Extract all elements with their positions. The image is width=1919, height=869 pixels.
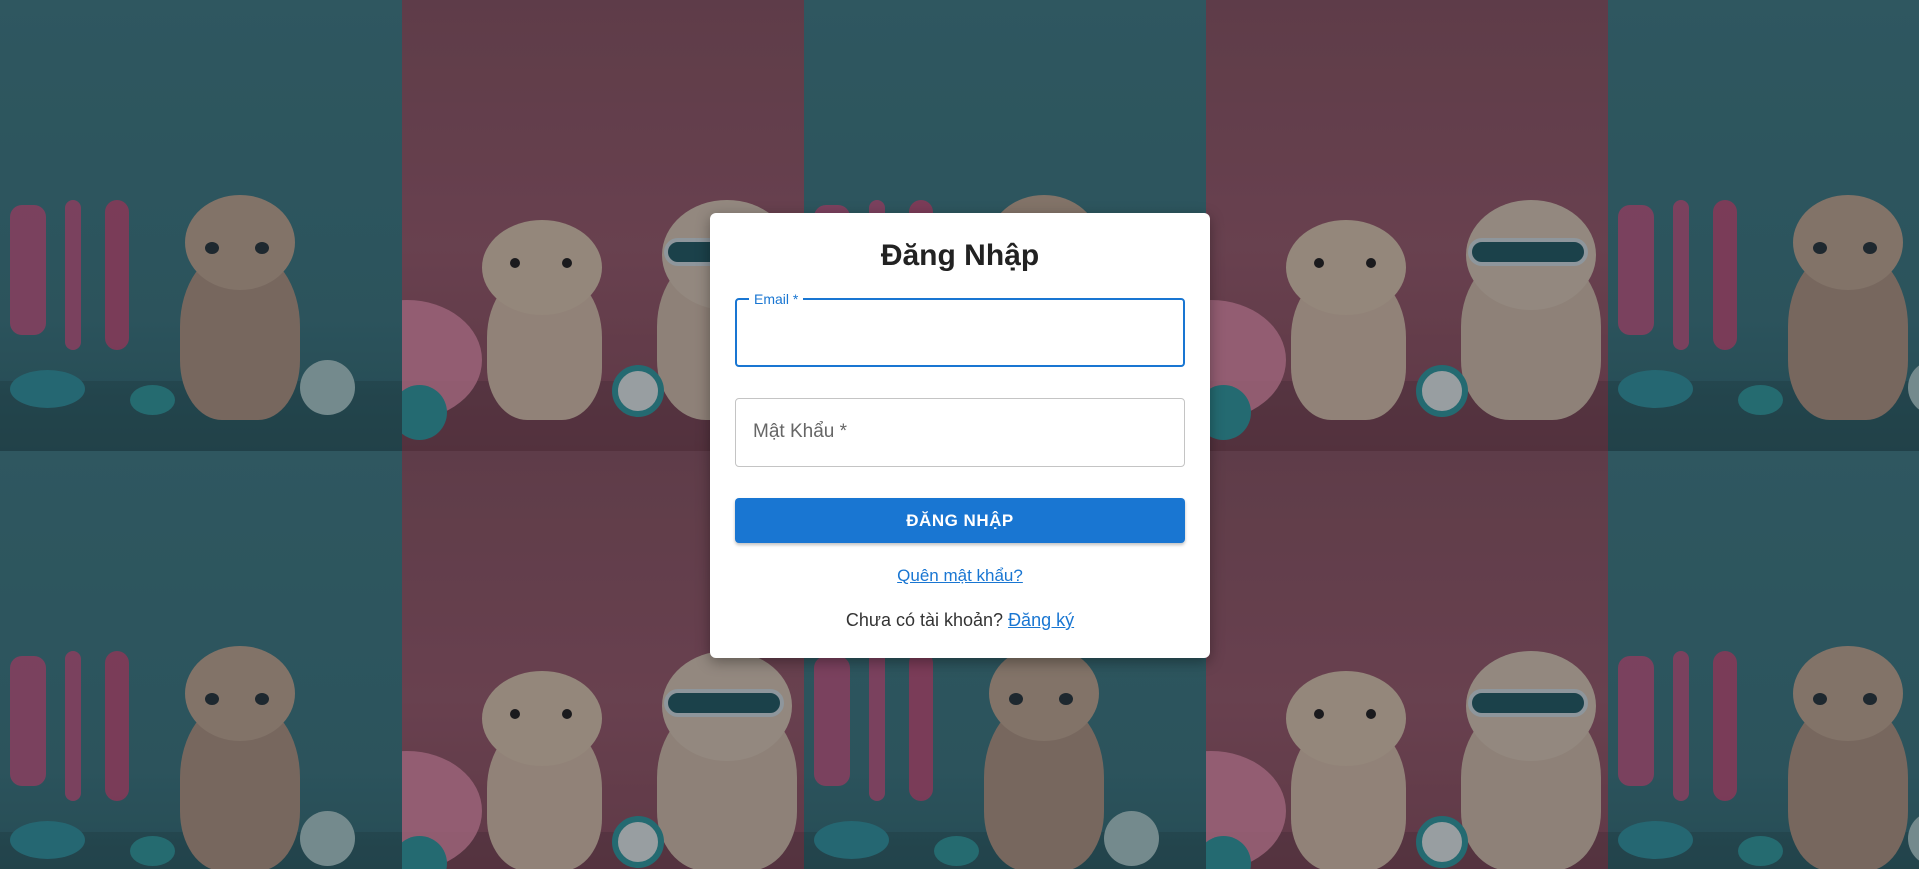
signup-row: Chưa có tài khoản? Đăng ký [710, 610, 1210, 631]
password-field[interactable]: Mật Khẩu * [735, 398, 1185, 467]
signup-prompt: Chưa có tài khoản? [845, 610, 1004, 630]
login-card: Đăng Nhập Email * Mật Khẩu * ĐĂNG NHẬP Q… [710, 213, 1210, 658]
forgot-password-link[interactable]: Quên mật khẩu? [897, 566, 1023, 585]
login-button[interactable]: ĐĂNG NHẬP [735, 498, 1185, 543]
signup-link[interactable]: Đăng ký [1008, 610, 1074, 630]
email-input[interactable] [737, 300, 1183, 365]
email-field[interactable]: Email * [735, 290, 1185, 367]
password-input[interactable] [736, 399, 1184, 466]
forgot-password-row: Quên mật khẩu? [710, 566, 1210, 586]
login-title: Đăng Nhập [880, 239, 1040, 272]
